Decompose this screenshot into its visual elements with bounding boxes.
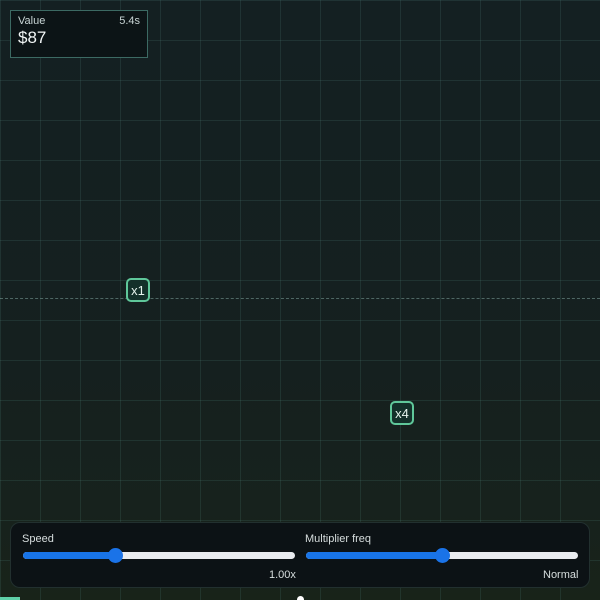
speed-value: 1.00x bbox=[269, 569, 296, 581]
multiplier-freq-label: Multiplier freq bbox=[305, 533, 372, 545]
multiplier-freq-slider-fill bbox=[306, 552, 442, 559]
multiplier-freq-slider-thumb[interactable] bbox=[435, 548, 450, 563]
speed-slider-thumb[interactable] bbox=[108, 548, 124, 563]
value-label: Value bbox=[18, 15, 46, 27]
game-stage[interactable]: Value 5.4s $87 x1 x4 Speed 1.00x Multipl… bbox=[0, 0, 600, 600]
background-grid bbox=[0, 0, 600, 600]
elapsed-time: 5.4s bbox=[119, 15, 140, 27]
value-amount: $87 bbox=[18, 28, 47, 47]
multiplier-token-x1[interactable]: x1 bbox=[126, 278, 150, 302]
speed-label: Speed bbox=[22, 533, 54, 545]
multiplier-freq-slider[interactable] bbox=[306, 548, 578, 563]
multiplier-freq-value: Normal bbox=[543, 569, 579, 581]
value-panel: Value 5.4s $87 bbox=[10, 10, 148, 58]
controls-panel: Speed 1.00x Multiplier freq Normal bbox=[10, 522, 590, 588]
speed-slider-fill bbox=[23, 552, 116, 559]
progress-marker bbox=[297, 596, 304, 600]
speed-slider[interactable] bbox=[23, 548, 295, 563]
baseline-dashed-line bbox=[0, 298, 600, 299]
multiplier-token-x4[interactable]: x4 bbox=[390, 401, 414, 425]
